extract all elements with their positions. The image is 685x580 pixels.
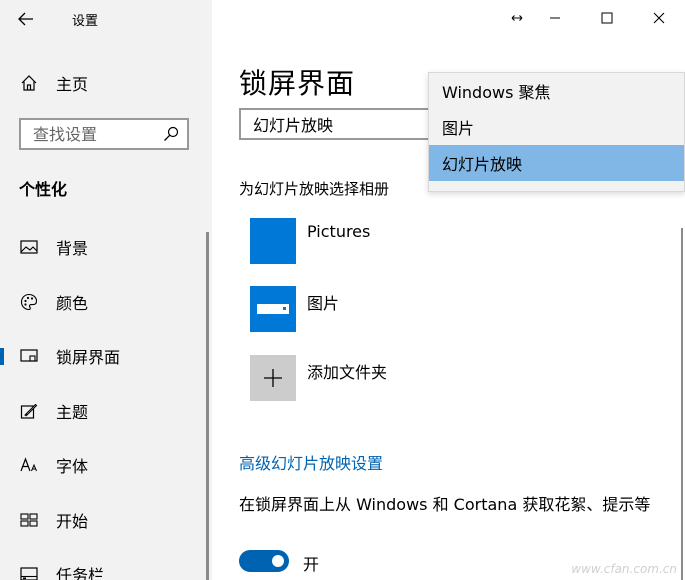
nav-home-label: 主页	[56, 75, 89, 94]
main-scrollbar[interactable]	[681, 228, 683, 580]
home-icon	[19, 73, 39, 93]
background-select-value: 幻灯片放映	[253, 116, 334, 135]
resize-arrows-icon	[511, 15, 523, 21]
start-icon	[19, 510, 39, 530]
sidebar-item-background[interactable]: 背景	[0, 220, 212, 275]
theme-icon	[19, 401, 39, 421]
dropdown-option-spotlight[interactable]: Windows 聚焦	[429, 73, 684, 109]
nav-home[interactable]: 主页	[0, 66, 212, 100]
folder-name: 添加文件夹	[307, 363, 388, 382]
search-box[interactable]	[19, 118, 189, 150]
sidebar-item-label: 任务栏	[56, 566, 105, 580]
active-indicator	[0, 348, 4, 365]
lock-screen-icon	[19, 346, 39, 366]
nav-list: 背景 颜色 锁屏界面 主题 字体 开始 任务栏	[0, 220, 212, 580]
sidebar-item-taskbar[interactable]: 任务栏	[0, 547, 212, 580]
maximize-button[interactable]	[581, 0, 633, 36]
watermark: www.cfan.com.cn	[571, 562, 677, 576]
add-folder-thumbnail	[250, 355, 296, 401]
sidebar-item-label: 开始	[56, 511, 89, 531]
close-icon	[653, 12, 665, 24]
sidebar-item-start[interactable]: 开始	[0, 493, 212, 548]
taskbar-icon	[19, 564, 39, 580]
plus-icon	[264, 369, 282, 387]
maximize-icon	[601, 12, 613, 24]
folder-name: 图片	[307, 294, 340, 313]
folder-thumbnail	[250, 218, 296, 264]
dropdown-option-slideshow[interactable]: 幻灯片放映	[429, 145, 684, 181]
sidebar-item-label: 锁屏界面	[56, 348, 121, 368]
resize-button[interactable]	[505, 0, 529, 36]
minimize-button[interactable]	[529, 0, 581, 36]
drive-icon	[257, 304, 289, 314]
app-title: 设置	[72, 14, 99, 29]
sidebar-item-label: 颜色	[56, 293, 89, 313]
sidebar: 设置 主页 个性化	[0, 0, 212, 580]
advanced-slideshow-settings-link[interactable]: 高级幻灯片放映设置	[239, 450, 383, 474]
fun-facts-label: 在锁屏界面上从 Windows 和 Cortana 获取花絮、提示等	[239, 495, 651, 514]
folder-thumbnail	[250, 286, 296, 332]
page-title: 锁屏界面	[239, 67, 356, 100]
fun-facts-toggle[interactable]	[239, 550, 289, 572]
add-folder-button[interactable]: 添加文件夹	[250, 355, 387, 401]
titlebar-controls	[505, 0, 685, 36]
palette-icon	[19, 292, 39, 312]
back-button[interactable]	[12, 8, 40, 30]
album-label: 为幻灯片放映选择相册	[239, 180, 390, 198]
back-arrow-icon	[18, 12, 33, 26]
sidebar-item-label: 背景	[56, 239, 89, 259]
search-input[interactable]	[33, 124, 163, 144]
section-title: 个性化	[19, 180, 68, 199]
sidebar-item-colors[interactable]: 颜色	[0, 275, 212, 330]
sidebar-item-label: 字体	[56, 457, 89, 477]
dropdown-option-picture[interactable]: 图片	[429, 109, 684, 145]
toggle-state-label: 开	[303, 555, 320, 574]
background-dropdown: Windows 聚焦 图片 幻灯片放映	[428, 72, 685, 192]
toggle-knob	[272, 555, 284, 567]
folder-item-images[interactable]: 图片	[250, 286, 339, 332]
sidebar-item-themes[interactable]: 主题	[0, 384, 212, 439]
folder-name: Pictures	[307, 222, 371, 241]
folder-item-pictures[interactable]: Pictures	[250, 218, 370, 264]
sidebar-item-lock-screen[interactable]: 锁屏界面	[0, 329, 212, 384]
picture-icon	[19, 237, 39, 257]
font-icon	[19, 455, 39, 475]
settings-window: 设置 主页 个性化	[0, 0, 685, 580]
sidebar-item-fonts[interactable]: 字体	[0, 438, 212, 493]
sidebar-scrollbar[interactable]	[206, 232, 209, 580]
minimize-icon	[550, 17, 560, 19]
close-button[interactable]	[633, 0, 685, 36]
search-icon[interactable]	[163, 126, 179, 146]
sidebar-item-label: 主题	[56, 402, 89, 422]
